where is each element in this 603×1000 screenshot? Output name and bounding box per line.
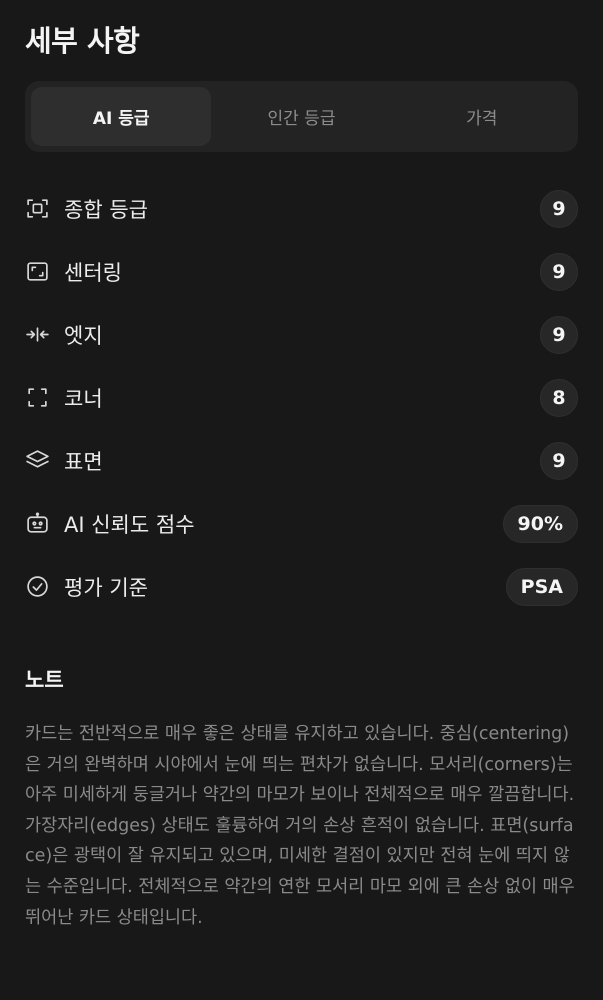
- tab-ai-grade[interactable]: AI 등급: [31, 87, 212, 146]
- detail-label: 표면: [64, 449, 103, 474]
- grade-tabs: AI 등급 인간 등급 가격: [25, 81, 578, 152]
- detail-label: 종합 등급: [64, 197, 148, 222]
- detail-label: AI 신뢰도 점수: [64, 512, 195, 537]
- grade-badge: 9: [540, 189, 578, 228]
- grade-badge: 9: [540, 315, 578, 354]
- details-list: 종합 등급 9 센터링 9 엣지 9 코너 8 표면 9 AI 신뢰도 점수 9…: [25, 177, 578, 618]
- detail-label: 코너: [64, 386, 103, 411]
- edges-arrows-icon: [25, 322, 50, 347]
- detail-label: 센터링: [64, 260, 122, 285]
- tab-price[interactable]: 가격: [392, 87, 572, 146]
- robot-icon: [25, 511, 50, 536]
- confidence-badge: 90%: [502, 504, 578, 543]
- tab-human-grade[interactable]: 인간 등급: [211, 87, 391, 146]
- corners-icon: [25, 385, 50, 410]
- detail-row-ai-confidence: AI 신뢰도 점수 90%: [25, 492, 578, 555]
- detail-label: 엣지: [64, 323, 103, 348]
- detail-row-corners: 코너 8: [25, 366, 578, 429]
- grade-badge: 9: [540, 441, 578, 480]
- detail-row-grading-standard: 평가 기준 PSA: [25, 555, 578, 618]
- grade-badge: 8: [540, 378, 578, 417]
- detail-row-centering: 센터링 9: [25, 240, 578, 303]
- page-title: 세부 사항: [25, 24, 140, 58]
- check-circle-icon: [25, 574, 50, 599]
- focus-frame-icon: [25, 196, 50, 221]
- detail-label: 평가 기준: [64, 575, 148, 600]
- detail-row-surface: 표면 9: [25, 429, 578, 492]
- detail-row-edges: 엣지 9: [25, 303, 578, 366]
- standard-badge: PSA: [505, 567, 578, 606]
- notes-body: 카드는 전반적으로 매우 좋은 상태를 유지하고 있습니다. 중심(center…: [25, 724, 575, 928]
- layers-icon: [25, 448, 50, 473]
- detail-row-overall-grade: 종합 등급 9: [25, 177, 578, 240]
- centering-frame-icon: [25, 259, 50, 284]
- grade-badge: 9: [540, 252, 578, 291]
- notes-title: 노트: [25, 668, 64, 692]
